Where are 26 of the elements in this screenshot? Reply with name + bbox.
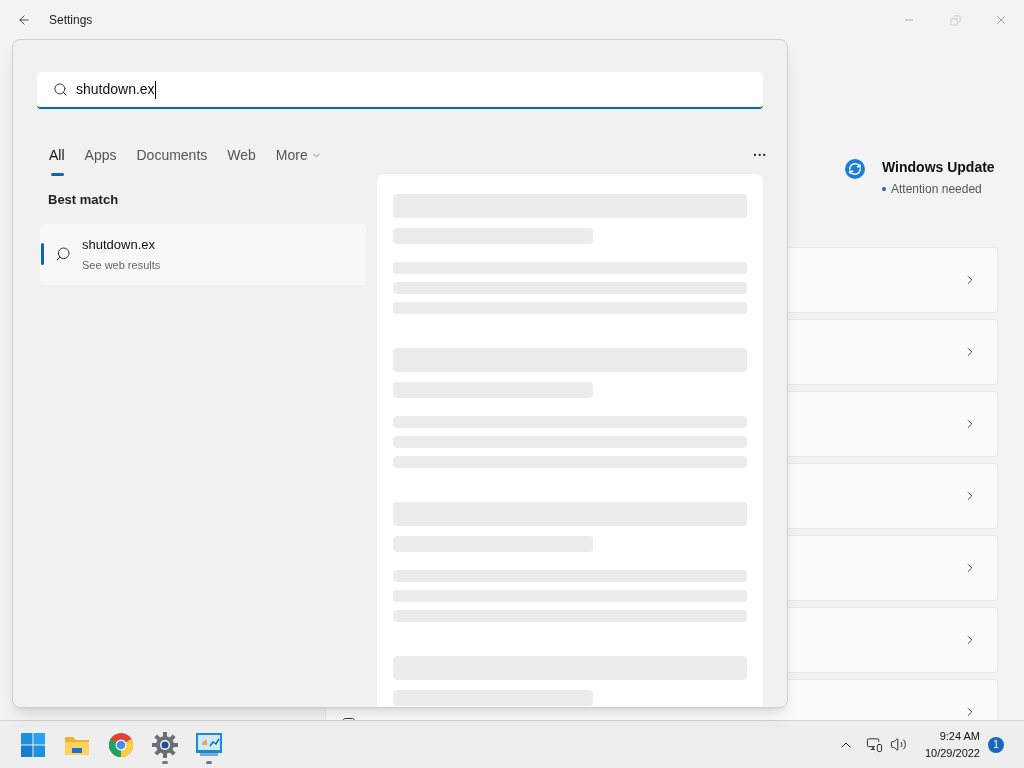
gear-icon[interactable] <box>152 731 178 758</box>
search-result[interactable]: shutdown.ex See web results <box>40 223 366 285</box>
section-heading: Best match <box>48 191 120 209</box>
window-title: Settings <box>49 12 93 29</box>
filter-tab[interactable]: More <box>275 145 322 176</box>
filter-tab[interactable]: Documents <box>136 145 208 176</box>
search-icon <box>53 82 68 97</box>
back-icon[interactable] <box>17 13 31 27</box>
notification-badge[interactable]: 1 <box>988 736 1004 753</box>
clock-date[interactable]: 10/29/2022 <box>924 744 980 761</box>
network-icon[interactable] <box>865 736 883 753</box>
update-title: Windows Update <box>882 158 995 177</box>
search-icon <box>55 246 71 262</box>
sync-icon <box>845 159 865 179</box>
more-options-button[interactable]: ··· <box>753 145 767 176</box>
search-field[interactable]: shutdown.ex <box>37 72 763 109</box>
volume-icon[interactable] <box>889 736 907 753</box>
filter-tab[interactable]: Web <box>227 145 256 176</box>
browser-icon[interactable] <box>109 732 133 757</box>
update-status: Attention needed <box>891 181 982 198</box>
close-icon[interactable] <box>994 13 1008 27</box>
filter-tab[interactable]: Apps <box>84 145 117 176</box>
start-icon[interactable] <box>21 732 45 757</box>
monitor-icon[interactable] <box>196 732 222 757</box>
clock-time[interactable]: 9:24 AM <box>939 728 980 745</box>
filter-tab[interactable]: All <box>49 145 65 176</box>
